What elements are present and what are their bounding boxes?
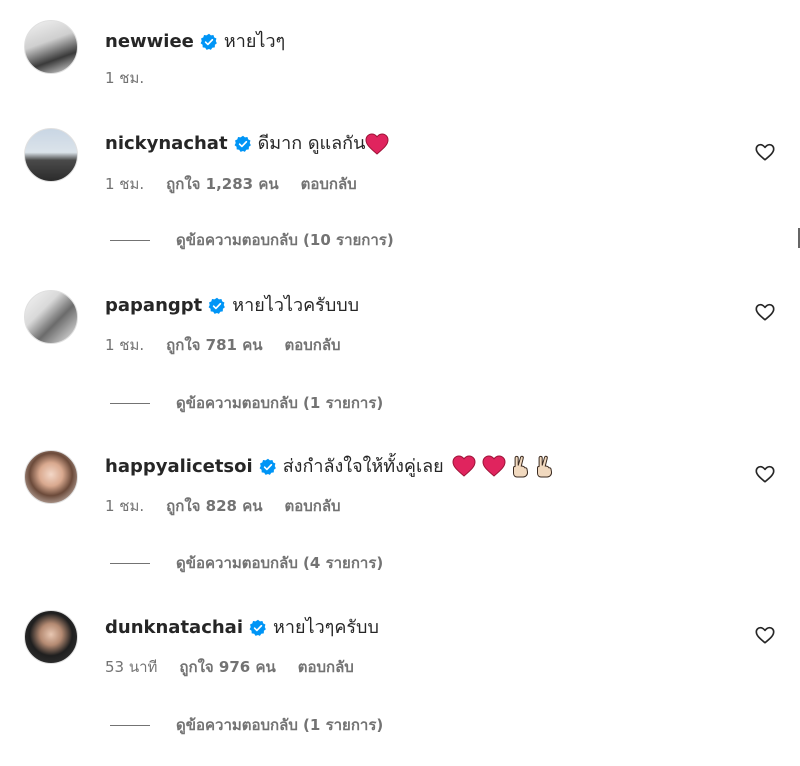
comment-header: nickynachat ดีมาก ดูแลกัน xyxy=(105,132,389,156)
comment-meta: 1 ชม. ถูกใจ 1,283 คน ตอบกลับ xyxy=(105,174,357,194)
verified-badge-icon xyxy=(208,297,226,314)
comment-time: 1 ชม. xyxy=(105,69,145,87)
username[interactable]: happyalicetsoi xyxy=(105,455,253,479)
view-replies-label: ดูข้อความตอบกลับ (10 รายการ) xyxy=(176,231,394,249)
view-replies-button[interactable]: ดูข้อความตอบกลับ (1 รายการ) xyxy=(110,393,383,413)
username[interactable]: papangpt xyxy=(105,294,202,318)
avatar[interactable] xyxy=(24,450,78,504)
comment-meta: 53 นาที ถูกใจ 976 คน ตอบกลับ xyxy=(105,657,354,677)
comment-text: หายไวๆ xyxy=(223,31,286,52)
view-replies-button[interactable]: ดูข้อความตอบกลับ (4 รายการ) xyxy=(110,553,383,573)
comment-header: happyalicetsoi ส่งกำลังใจให้ทั้งคู่เลย xyxy=(105,455,554,479)
heart-outline-icon[interactable] xyxy=(754,624,776,646)
like-count[interactable]: ถูกใจ 976 คน xyxy=(179,657,275,677)
view-replies-button[interactable]: ดูข้อความตอบกลับ (10 รายการ) xyxy=(110,230,394,250)
divider-line xyxy=(110,239,150,241)
view-replies-label: ดูข้อความตอบกลับ (1 รายการ) xyxy=(176,716,384,734)
avatar[interactable] xyxy=(24,290,78,344)
victory-hand-emoji xyxy=(536,455,552,478)
red-heart-emoji xyxy=(482,455,506,477)
comment-text: ดีมาก ดูแลกัน xyxy=(257,133,366,154)
divider-line xyxy=(110,562,150,564)
comment-meta: 1 ชม. xyxy=(105,68,144,88)
comment-meta: 1 ชม. ถูกใจ 781 คน ตอบกลับ xyxy=(105,335,341,355)
reply-button[interactable]: ตอบกลับ xyxy=(298,657,354,677)
red-heart-emoji xyxy=(452,455,476,477)
comment-text: หายไวๆครับบ xyxy=(273,617,379,638)
verified-badge-icon xyxy=(200,33,217,50)
view-replies-label: ดูข้อความตอบกลับ (4 รายการ) xyxy=(176,554,384,572)
comment-header: newwiee หายไวๆ xyxy=(105,30,285,54)
like-count[interactable]: ถูกใจ 781 คน xyxy=(166,335,262,355)
comment-time: 1 ชม. xyxy=(105,497,145,515)
victory-hand-emoji xyxy=(512,455,528,478)
view-replies-button[interactable]: ดูข้อความตอบกลับ (1 รายการ) xyxy=(110,715,383,735)
reply-button[interactable]: ตอบกลับ xyxy=(284,335,340,355)
comment-time: 53 นาที xyxy=(105,658,158,676)
heart-outline-icon[interactable] xyxy=(754,141,776,163)
comment-meta: 1 ชม. ถูกใจ 828 คน ตอบกลับ xyxy=(105,496,341,516)
divider-line xyxy=(110,402,150,404)
verified-badge-icon xyxy=(249,619,266,636)
divider-line xyxy=(110,724,150,726)
verified-badge-icon xyxy=(234,135,251,152)
comment-header: dunknatachai หายไวๆครับบ xyxy=(105,616,379,640)
like-count[interactable]: ถูกใจ 1,283 คน xyxy=(166,174,278,194)
username[interactable]: newwiee xyxy=(105,30,194,54)
avatar[interactable] xyxy=(24,610,78,664)
heart-outline-icon[interactable] xyxy=(754,301,776,323)
comment-time: 1 ชม. xyxy=(105,336,145,354)
like-count[interactable]: ถูกใจ 828 คน xyxy=(166,496,262,516)
reply-button[interactable]: ตอบกลับ xyxy=(301,174,357,194)
comment-header: papangpt หายไวไวครับบบ xyxy=(105,294,359,318)
avatar[interactable] xyxy=(24,128,78,182)
view-replies-label: ดูข้อความตอบกลับ (1 รายการ) xyxy=(176,394,384,412)
comment-text: ส่งกำลังใจให้ทั้งคู่เลย xyxy=(282,456,444,477)
emoji-group xyxy=(452,455,554,479)
username[interactable]: dunknatachai xyxy=(105,616,243,640)
comment-text: หายไวไวครับบบ xyxy=(232,295,360,316)
comment-time: 1 ชม. xyxy=(105,175,145,193)
verified-badge-icon xyxy=(259,458,276,475)
avatar[interactable] xyxy=(24,20,78,74)
reply-button[interactable]: ตอบกลับ xyxy=(284,496,340,516)
heart-outline-icon[interactable] xyxy=(754,463,776,485)
red-heart-emoji xyxy=(365,133,389,155)
username[interactable]: nickynachat xyxy=(105,132,228,156)
